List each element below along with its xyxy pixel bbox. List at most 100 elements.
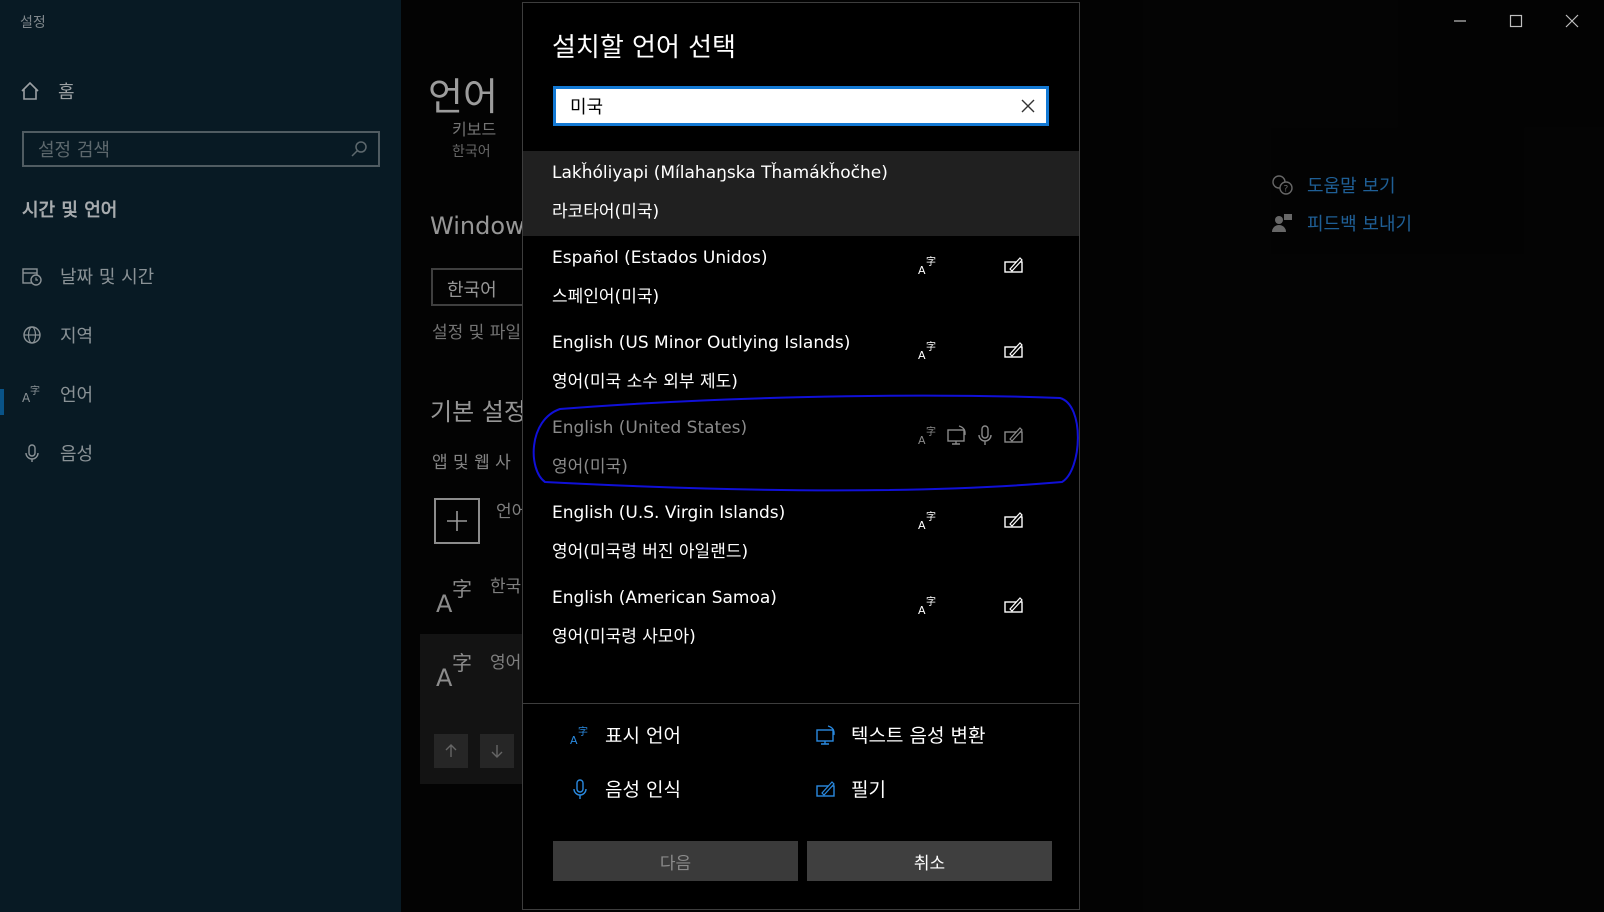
help-chat-icon: ? (1272, 175, 1293, 195)
speech-recognition-icon (573, 778, 587, 799)
legend-handwriting: 필기 (815, 775, 886, 802)
svg-text:A: A (918, 434, 926, 446)
cancel-button[interactable]: 취소 (807, 841, 1052, 881)
close-icon (1565, 14, 1579, 28)
list-item[interactable]: English (United States) 영어(미국) A字 (523, 406, 1079, 491)
apps-text: 앱 및 웹 사 (432, 453, 511, 473)
add-language-button[interactable] (434, 498, 480, 544)
sidebar-item-label: 지역 (60, 326, 94, 347)
language-native-name: 영어(미국령 버진 아일랜드) (552, 542, 749, 562)
sidebar-item-language[interactable]: A字 언어 (22, 381, 93, 407)
move-down-button[interactable] (480, 734, 514, 768)
language-native-name: 스페인어(미국) (552, 287, 660, 307)
next-button[interactable]: 다음 (553, 841, 798, 881)
language-name: English (US Minor Outlying Islands) (552, 333, 851, 353)
files-text: 설정 및 파일 (432, 323, 522, 343)
display-language-icon: A字 (570, 725, 588, 746)
minimize-icon (1454, 20, 1466, 22)
language-icon: A字 (436, 576, 476, 620)
globe-icon (23, 326, 41, 344)
sidebar-home-label: 홈 (58, 82, 75, 103)
arrow-down-icon (491, 745, 503, 758)
legend-label: 음성 인식 (605, 779, 681, 801)
language-native-name: 영어(미국) (552, 457, 628, 477)
calendar-clock-icon (22, 268, 42, 286)
display-language-icon: A字 (917, 509, 939, 531)
dialog-title: 설치할 언어 선택 (552, 33, 736, 63)
svg-text:A: A (918, 264, 926, 276)
legend-label: 텍스트 음성 변환 (851, 725, 986, 747)
language-search-input[interactable]: 미국 (553, 86, 1049, 126)
list-item[interactable]: English (American Samoa) 영어(미국령 사모아) A字 (523, 576, 1079, 661)
svg-text:字: 字 (926, 425, 936, 438)
handwriting-icon (1003, 509, 1025, 531)
selection-indicator (0, 389, 4, 415)
speech-recognition-icon (974, 424, 996, 446)
handwriting-icon (1003, 594, 1025, 616)
svg-text:字: 字 (926, 595, 936, 608)
clear-icon[interactable] (1020, 98, 1036, 114)
legend-text-to-speech: 텍스트 음성 변환 (815, 721, 985, 748)
handwriting-icon (1003, 424, 1025, 446)
microphone-icon (25, 444, 39, 462)
language-name: 영어 (490, 653, 522, 673)
keyboard-label: 키보드 (452, 120, 497, 139)
language-icon: A字 (436, 650, 476, 694)
svg-text:?: ? (1284, 185, 1289, 195)
sidebar: 설정 홈 설정 검색 시간 및 언어 날짜 및 시간 지역 A字 언어 음성 (0, 0, 401, 912)
maximize-button[interactable] (1496, 8, 1536, 34)
list-item[interactable]: English (U.S. Virgin Islands) 영어(미국령 버진 … (523, 491, 1079, 576)
language-name: Lakȟóliyapi (Mílahaŋska Tȟamákȟočhe) (552, 163, 888, 183)
feedback-link[interactable]: 피드백 보내기 (1271, 210, 1412, 236)
display-language-dropdown[interactable]: 한국어 (431, 268, 531, 306)
sidebar-item-speech[interactable]: 음성 (22, 440, 93, 466)
display-language-icon: A字 (917, 254, 939, 276)
svg-text:字: 字 (30, 384, 40, 397)
maximize-icon (1509, 14, 1523, 28)
language-icon: A字 (22, 384, 40, 404)
feedback-link-label: 피드백 보내기 (1307, 214, 1413, 235)
home-icon (21, 81, 39, 100)
feedback-person-icon (1272, 214, 1292, 232)
language-name: English (American Samoa) (552, 588, 777, 608)
svg-text:A: A (570, 734, 578, 746)
sidebar-item-date-time[interactable]: 날짜 및 시간 (22, 263, 154, 289)
help-link[interactable]: ? 도움말 보기 (1271, 172, 1396, 198)
language-native-name: 영어(미국 소수 외부 제도) (552, 372, 738, 392)
svg-text:A: A (436, 590, 453, 616)
search-value: 미국 (570, 97, 604, 118)
svg-text:A: A (918, 519, 926, 531)
svg-text:字: 字 (578, 725, 588, 738)
minimize-button[interactable] (1440, 8, 1480, 34)
handwriting-icon (1003, 339, 1025, 361)
plus-icon (447, 511, 467, 531)
arrow-up-icon (445, 744, 457, 757)
sidebar-item-region[interactable]: 지역 (22, 322, 93, 348)
move-up-button[interactable] (434, 734, 468, 768)
language-item-english[interactable]: A字 영어 (420, 634, 522, 784)
language-native-name: 영어(미국령 사모아) (552, 627, 696, 647)
list-item[interactable]: English (US Minor Outlying Islands) 영어(미… (523, 321, 1079, 406)
section-title: 시간 및 언어 (22, 200, 118, 221)
language-item-korean[interactable]: 한국 (490, 572, 521, 597)
svg-text:A: A (436, 664, 453, 690)
help-link-label: 도움말 보기 (1307, 176, 1396, 197)
close-window-button[interactable] (1552, 8, 1592, 34)
svg-text:字: 字 (452, 577, 472, 601)
display-language-icon: A字 (917, 339, 939, 361)
settings-search-input[interactable]: 설정 검색 (22, 131, 380, 167)
language-name: English (U.S. Virgin Islands) (552, 503, 786, 523)
divider (523, 703, 1079, 704)
list-item[interactable]: Español (Estados Unidos) 스페인어(미국) A字 (523, 236, 1079, 321)
keyboard-value: 한국어 (452, 144, 491, 160)
sidebar-item-home[interactable]: 홈 (20, 78, 75, 104)
preferred-heading: 기본 설정 (430, 398, 526, 426)
handwriting-icon (1003, 254, 1025, 276)
svg-text:A: A (918, 349, 926, 361)
display-language-icon: A字 (917, 424, 939, 446)
sidebar-item-label: 음성 (60, 444, 94, 465)
text-to-speech-icon (816, 724, 835, 745)
list-item[interactable]: Lakȟóliyapi (Mílahaŋska Tȟamákȟočhe) 라코타… (523, 151, 1079, 236)
legend-display-language: A字 표시 언어 (569, 721, 681, 748)
handwriting-icon (816, 780, 835, 797)
